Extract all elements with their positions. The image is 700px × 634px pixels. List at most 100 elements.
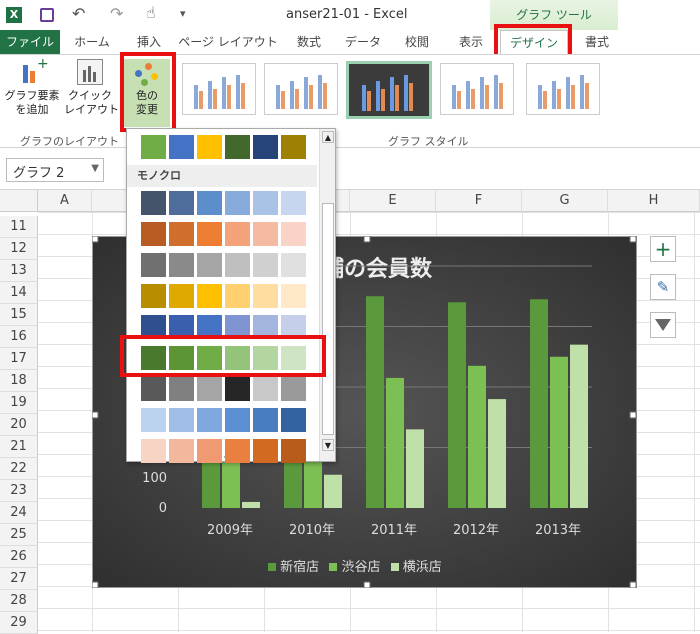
bar[interactable]	[550, 356, 568, 508]
color-swatch[interactable]	[281, 191, 306, 215]
bar[interactable]	[468, 365, 486, 508]
color-swatch[interactable]	[197, 135, 222, 159]
color-swatch[interactable]	[169, 284, 194, 308]
color-swatch[interactable]	[197, 439, 222, 463]
color-swatch[interactable]	[225, 377, 250, 401]
color-swatch[interactable]	[253, 439, 278, 463]
color-swatch[interactable]	[281, 222, 306, 246]
color-swatch[interactable]	[197, 284, 222, 308]
bar[interactable]	[570, 344, 588, 508]
color-swatch[interactable]	[225, 222, 250, 246]
color-swatch[interactable]	[225, 284, 250, 308]
color-swatch[interactable]	[253, 284, 278, 308]
resize-handle[interactable]	[92, 581, 99, 588]
name-box[interactable]: グラフ 2 ▼	[6, 158, 104, 182]
redo-icon[interactable]: ↷	[110, 4, 123, 23]
row-head[interactable]: 14	[0, 282, 38, 304]
col-head-a[interactable]: A	[38, 190, 92, 212]
row-head[interactable]: 16	[0, 326, 38, 348]
bar[interactable]	[448, 302, 466, 508]
row-head[interactable]: 23	[0, 480, 38, 502]
row-head[interactable]: 24	[0, 502, 38, 524]
color-swatch[interactable]	[141, 408, 166, 432]
row-head[interactable]: 29	[0, 612, 38, 634]
col-head-g[interactable]: G	[522, 190, 608, 212]
row-head[interactable]: 25	[0, 524, 38, 546]
color-swatch[interactable]	[281, 135, 306, 159]
tab-data[interactable]: データ	[338, 30, 388, 54]
bar[interactable]	[386, 377, 404, 508]
row-head[interactable]: 22	[0, 458, 38, 480]
bar[interactable]	[406, 429, 424, 508]
row-head[interactable]: 20	[0, 414, 38, 436]
tab-formulas[interactable]: 数式	[284, 30, 334, 54]
customize-qat-icon[interactable]: ▾	[180, 7, 186, 20]
color-swatch[interactable]	[225, 191, 250, 215]
color-swatch[interactable]	[281, 439, 306, 463]
color-swatch[interactable]	[141, 377, 166, 401]
color-swatch[interactable]	[141, 191, 166, 215]
color-swatch[interactable]	[141, 284, 166, 308]
color-swatch[interactable]	[169, 253, 194, 277]
color-swatch[interactable]	[197, 191, 222, 215]
chart-filters-button[interactable]	[650, 312, 676, 338]
color-swatch[interactable]	[281, 377, 306, 401]
color-swatch[interactable]	[169, 191, 194, 215]
color-swatch[interactable]	[253, 222, 278, 246]
col-head-f[interactable]: F	[436, 190, 522, 212]
color-swatch[interactable]	[197, 222, 222, 246]
scroll-up-icon[interactable]: ▲	[322, 131, 334, 143]
add-chart-element-button[interactable]: + グラフ要素 を追加	[4, 57, 60, 127]
color-swatch[interactable]	[141, 439, 166, 463]
row-head[interactable]: 12	[0, 238, 38, 260]
color-swatch[interactable]	[169, 135, 194, 159]
row-head[interactable]: 19	[0, 392, 38, 414]
dropdown-scrollbar[interactable]: ▲ ▼	[319, 129, 335, 461]
bar[interactable]	[530, 299, 548, 508]
row-head[interactable]: 13	[0, 260, 38, 282]
col-head-h[interactable]: H	[608, 190, 700, 212]
color-swatch[interactable]	[253, 191, 278, 215]
color-swatch[interactable]	[225, 253, 250, 277]
bar[interactable]	[242, 501, 260, 508]
resize-handle[interactable]	[629, 581, 637, 588]
touch-mode-icon[interactable]: ☝	[146, 3, 156, 22]
tab-format[interactable]: 書式	[572, 30, 622, 54]
color-swatch[interactable]	[197, 377, 222, 401]
color-swatch[interactable]	[169, 377, 194, 401]
row-head[interactable]: 27	[0, 568, 38, 590]
color-swatch[interactable]	[169, 439, 194, 463]
color-swatch[interactable]	[225, 135, 250, 159]
tab-page-layout[interactable]: ページ レイアウト	[178, 30, 278, 54]
chevron-down-icon[interactable]: ▼	[91, 163, 99, 174]
bar[interactable]	[488, 399, 506, 508]
color-swatch[interactable]	[253, 135, 278, 159]
bar[interactable]	[366, 296, 384, 508]
row-head[interactable]: 15	[0, 304, 38, 326]
color-swatch[interactable]	[141, 222, 166, 246]
color-swatch[interactable]	[197, 253, 222, 277]
chart-elements-button[interactable]: +	[650, 236, 676, 262]
select-all-corner[interactable]	[0, 190, 38, 212]
color-swatch[interactable]	[169, 408, 194, 432]
color-swatch[interactable]	[253, 253, 278, 277]
resize-handle[interactable]	[629, 236, 637, 243]
resize-handle[interactable]	[363, 581, 371, 588]
save-icon[interactable]	[40, 8, 54, 22]
color-swatch[interactable]	[169, 222, 194, 246]
color-swatch[interactable]	[253, 408, 278, 432]
resize-handle[interactable]	[363, 236, 371, 243]
legend[interactable]: 新宿店 渋谷店 横浜店	[268, 556, 468, 575]
color-swatch[interactable]	[253, 377, 278, 401]
bar[interactable]	[324, 474, 342, 508]
color-swatch[interactable]	[197, 408, 222, 432]
row-head[interactable]: 11	[0, 216, 38, 238]
tab-review[interactable]: 校閲	[392, 30, 442, 54]
row-head[interactable]: 26	[0, 546, 38, 568]
row-head[interactable]: 28	[0, 590, 38, 612]
col-head-e[interactable]: E	[350, 190, 436, 212]
resize-handle[interactable]	[92, 236, 99, 243]
color-swatch[interactable]	[141, 253, 166, 277]
resize-handle[interactable]	[629, 411, 637, 419]
tab-insert[interactable]: 挿入	[124, 30, 174, 54]
